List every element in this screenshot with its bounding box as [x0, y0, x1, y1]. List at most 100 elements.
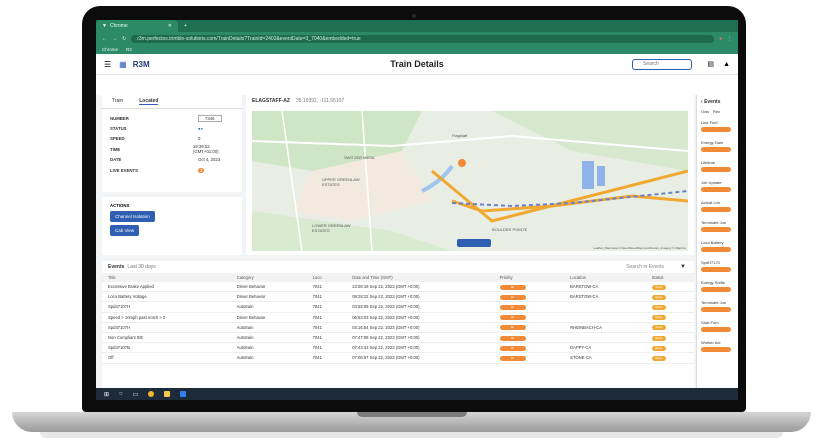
table-cell: Spd47107H — [102, 322, 231, 333]
side-event-item[interactable]: Start Forn — [701, 320, 735, 334]
actions-title: ACTIONS — [110, 203, 130, 208]
channel-isolation-button[interactable]: Channel Isolation — [110, 211, 155, 222]
side-tab-rec[interactable]: Rec — [713, 109, 720, 114]
table-cell: DAPPY-CA — [564, 342, 646, 354]
task-view-icon[interactable]: ▭ — [133, 391, 139, 398]
side-event-item[interactable]: Worker Act — [701, 340, 735, 354]
col-priority[interactable]: Priority — [493, 273, 565, 282]
browser-tab[interactable]: ▼ Chrome ✕ — [96, 20, 178, 32]
camera-dot — [412, 14, 416, 18]
map-view[interactable]: Flagstaff SWITZER MESA UPPER GREENLAW ES… — [252, 111, 688, 251]
table-row[interactable]: Excessive Brake Applied Driver Behavior 70… — [102, 282, 694, 293]
live-events-badge[interactable]: 3 — [198, 167, 205, 173]
user-icon[interactable]: ▲ — [723, 61, 730, 68]
menu-icon[interactable]: ⋮ — [727, 36, 732, 42]
events-table-header: Title Category Loco Date and Time (GMT) … — [102, 273, 694, 282]
table-cell: RHEINBACH-CA — [564, 322, 646, 333]
filter-icon[interactable]: ▼ — [680, 264, 686, 270]
table-cell: 7041 — [306, 342, 347, 354]
table-row[interactable]: Non Compliant 0/E Autotrain 7041 07:47:08 S… — [102, 332, 694, 344]
side-event-label: Start Forn — [701, 320, 719, 325]
side-event-badge — [701, 247, 731, 252]
side-panel-tabs: Ows Rec — [697, 109, 738, 114]
panel-tabs: Train Located — [102, 95, 242, 109]
table-cell: 7041 — [306, 332, 347, 344]
table-cell: STONE-CA — [564, 352, 646, 364]
tab-located[interactable]: Located — [139, 98, 159, 105]
table-row[interactable]: Spd47107H Autotrain 7041 04:58:09 Sep 22, 2… — [102, 301, 694, 313]
laptop-base — [12, 412, 811, 432]
app-taskbar-icon[interactable] — [180, 391, 187, 397]
col-title[interactable]: Title — [102, 273, 231, 282]
bookmark-r3[interactable]: R3 — [126, 47, 132, 52]
side-event-item[interactable]: Terminate Jun — [701, 220, 735, 234]
notes-icon[interactable]: ▤ — [707, 60, 714, 68]
side-tab-ows[interactable]: Ows — [701, 109, 709, 114]
side-event-badge — [701, 127, 731, 132]
side-event-item[interactable]: Energy Gain — [701, 140, 735, 154]
col-status[interactable]: Status — [645, 273, 694, 282]
table-row[interactable]: Off Autotrain 7041 07:06:57 Sep 22, 2023 (G… — [102, 352, 694, 364]
table-row[interactable]: Speed > 10mph past notch > 0 Driver Behav… — [102, 312, 694, 323]
number-select[interactable]: 7346 — [198, 114, 222, 122]
table-row[interactable]: Spd47107H Autotrain 7041 03:16:54 Sep 22, 2… — [102, 322, 694, 333]
app-header: ☰ ▦ R3M Train Details Search ▤ ▲ — [96, 54, 738, 75]
map-location-name: ELAGSTAFF-AZ — [252, 98, 290, 104]
reload-icon[interactable]: ↻ — [122, 36, 126, 42]
priority-badge: Hi — [499, 284, 526, 290]
table-cell — [564, 301, 646, 313]
info-row-time: TIME 19:39:52 (GMT+01:00) — [110, 144, 219, 155]
cab-view-button[interactable]: Cab View — [110, 225, 140, 236]
col-loco[interactable]: Loco — [306, 273, 347, 282]
table-cell: Off — [102, 352, 231, 364]
side-event-label: Loco Battery — [701, 240, 724, 245]
priority-badge: Hi — [499, 345, 526, 351]
table-cell: 03:16:54 Sep 22, 2023 (GMT +0:00) — [346, 322, 494, 333]
col-location[interactable]: Location — [564, 273, 646, 282]
table-row[interactable]: Spd47107B Autotrain 7041 07:43:43 Sep 22, 2… — [102, 342, 694, 354]
side-event-item[interactable]: Loco Battery — [701, 240, 735, 254]
events-search-input[interactable]: Search in Events — [626, 264, 664, 270]
table-cell: Autotrain — [230, 332, 307, 344]
table-cell: Spd47107B — [102, 342, 231, 354]
col-category[interactable]: Category — [230, 273, 307, 282]
side-event-item[interactable]: Terminate Jun — [701, 300, 735, 314]
tab-train[interactable]: Train — [112, 98, 123, 105]
close-tab-icon[interactable]: ✕ — [168, 23, 172, 29]
priority-badge: Hi — [499, 315, 526, 321]
browser-tab-title: Chrome — [109, 23, 128, 29]
base-shadow — [40, 432, 783, 438]
extension-icon[interactable]: ● — [719, 36, 722, 42]
status-badge: Open — [651, 304, 666, 310]
explorer-taskbar-icon[interactable] — [164, 391, 171, 397]
status-badge: Open — [651, 294, 666, 300]
windows-start-icon[interactable]: ⊞ — [104, 391, 109, 398]
side-event-label: Lifetime — [701, 160, 716, 165]
side-event-item[interactable]: Energy Shifts — [701, 280, 735, 294]
info-row-live-events: LIVE EVENTS 3 — [110, 167, 205, 173]
side-event-item[interactable]: Line Fuel — [701, 120, 735, 134]
side-event-item[interactable]: Actuat Lim — [701, 200, 735, 214]
table-cell: 04:58:09 Sep 22, 2023 (GMT +0:00) — [346, 301, 494, 313]
map-attribution: Leaflet | Map data © OpenStreetMap contr… — [593, 246, 686, 250]
side-event-badge — [701, 307, 731, 312]
events-table: Title Category Loco Date and Time (GMT) … — [102, 273, 694, 364]
info-row-speed: SPEED 0 — [110, 136, 201, 142]
side-event-item[interactable]: Job Update — [701, 180, 735, 194]
bookmark-chrome[interactable]: Chrome — [102, 47, 118, 52]
table-cell — [564, 312, 646, 323]
side-event-item[interactable]: Lifetime — [701, 160, 735, 174]
side-panel-list: Line Fuel Energy Gain Lifetime Job Update Ac… — [697, 120, 738, 354]
table-cell — [564, 332, 646, 344]
table-row[interactable]: Loco Battery Voltage Driver Behavior 7041 0… — [102, 291, 694, 303]
back-icon[interactable]: ← — [102, 36, 107, 42]
search-input[interactable]: Search — [632, 58, 692, 70]
address-bar[interactable]: r3m.perfectos.trimble-solutions.com/Trai… — [131, 34, 714, 43]
search-taskbar-icon[interactable]: ○ — [119, 391, 123, 397]
side-event-item[interactable]: SpdH7170 — [701, 260, 735, 274]
forward-icon[interactable]: → — [112, 36, 117, 42]
new-tab-icon[interactable]: + — [184, 23, 187, 29]
side-event-label: Job Update — [701, 180, 722, 185]
chrome-taskbar-icon[interactable] — [148, 391, 155, 397]
col-date[interactable]: Date and Time (GMT) — [346, 273, 494, 282]
